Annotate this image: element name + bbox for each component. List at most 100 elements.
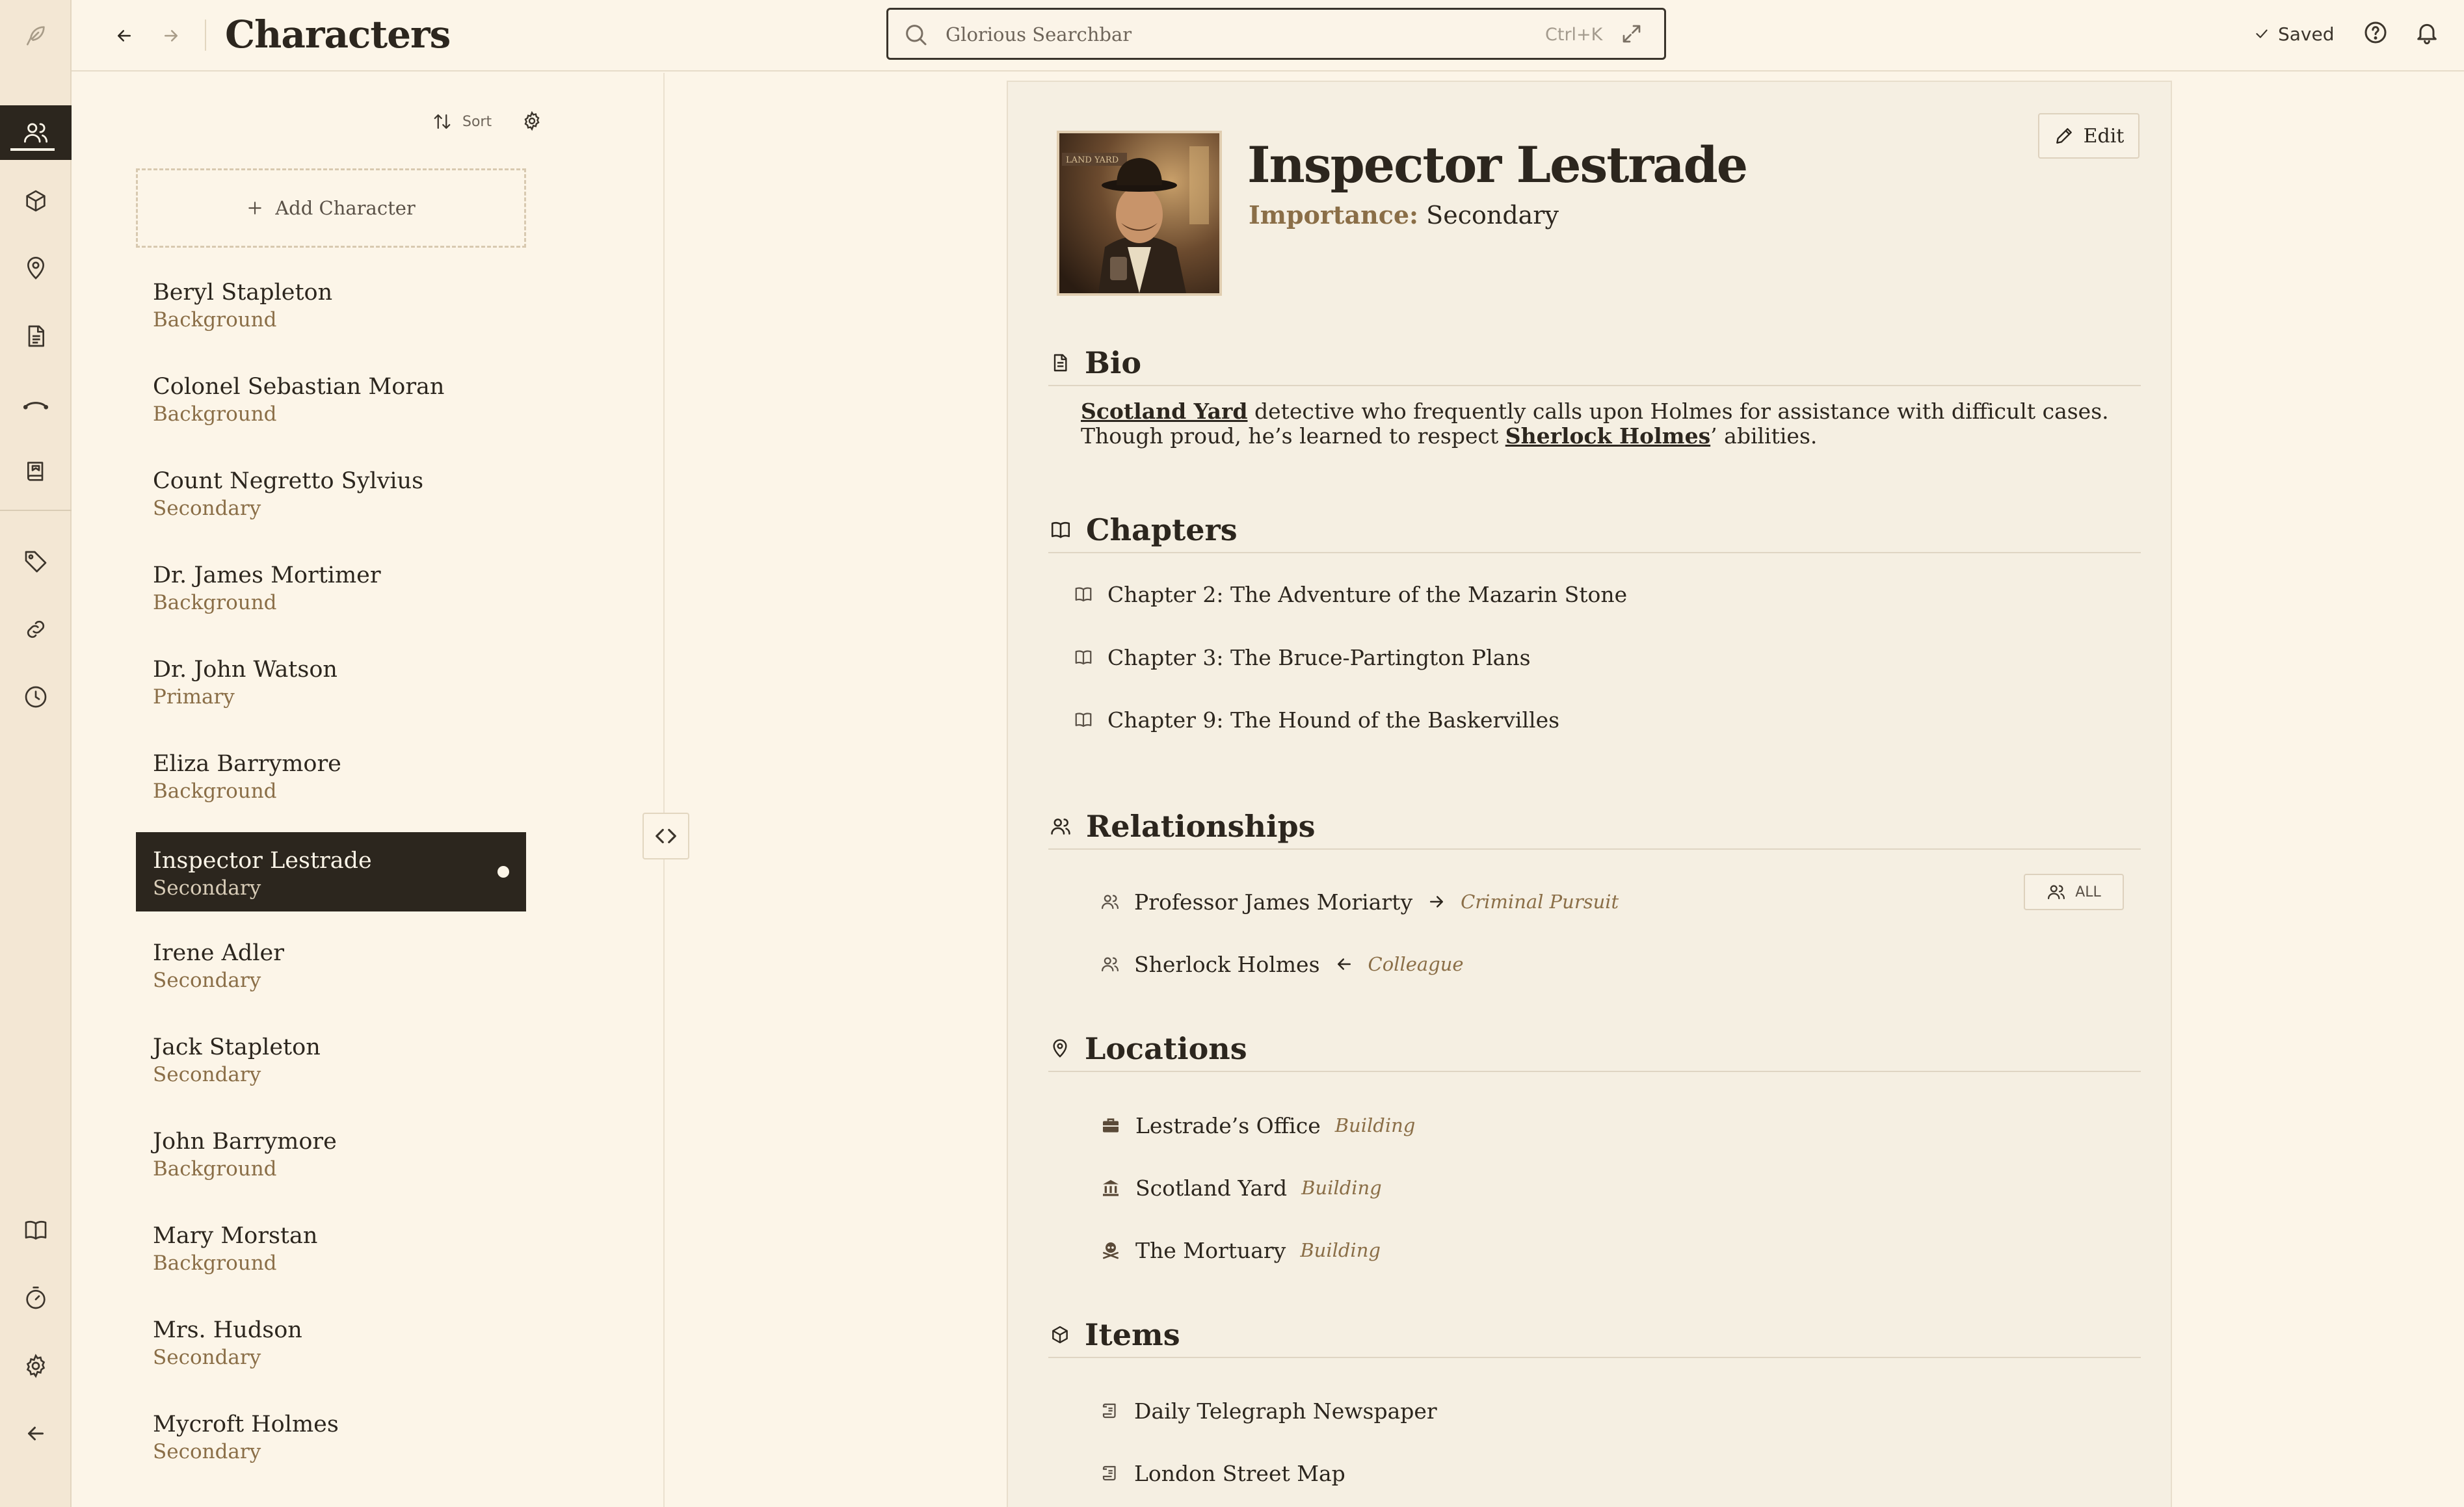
relationships-heading: Relationships (1086, 809, 1316, 844)
document-icon (1053, 354, 1067, 372)
rail-tags[interactable] (0, 534, 72, 589)
back-button[interactable] (107, 18, 142, 53)
character-list-item[interactable]: Jack Stapleton Secondary (136, 1019, 526, 1098)
feather-icon (27, 26, 45, 46)
rail-timer[interactable] (0, 1271, 72, 1326)
character-name: Mycroft Holmes (153, 1411, 339, 1437)
app-logo[interactable] (0, 0, 72, 72)
rail-characters[interactable] (0, 105, 72, 160)
character-list-panel: Sort Add Character Beryl Stapleton Backg… (73, 73, 665, 1507)
chapters-section-header: Chapters (1048, 508, 2141, 553)
item-name: London Street Map (1134, 1460, 1345, 1486)
rail-lore[interactable] (0, 444, 72, 499)
locations-heading: Locations (1085, 1031, 1247, 1066)
sort-label: Sort (462, 113, 492, 130)
book-open-icon (1075, 650, 1092, 665)
importance-label: Importance: (1249, 200, 1419, 229)
book-open-icon (1075, 713, 1092, 727)
search-input[interactable]: Glorious Searchbar Ctrl+K (886, 8, 1666, 60)
character-name: Mary Morstan (153, 1223, 318, 1249)
character-list-item-selected[interactable]: Inspector Lestrade Secondary (136, 832, 526, 911)
relationships-all-button[interactable]: ALL (2024, 874, 2124, 910)
location-name: Scotland Yard (1135, 1175, 1288, 1201)
search-placeholder: Glorious Searchbar (946, 23, 1132, 46)
character-role: Secondary (153, 1346, 261, 1369)
item-entry[interactable]: Daily Telegraph Newspaper (1100, 1395, 1437, 1427)
character-list-item[interactable]: Eliza Barrymore Background (136, 735, 526, 815)
rail-divider (0, 510, 72, 511)
bio-link-scotland-yard[interactable]: Scotland Yard (1081, 399, 1248, 424)
importance-value: Secondary (1426, 201, 1559, 229)
character-role: Background (153, 402, 277, 426)
character-list-item[interactable]: Dr. James Mortimer Background (136, 547, 526, 626)
location-item[interactable]: The Mortuary Building (1100, 1234, 1381, 1266)
character-list-item[interactable]: Mary Morstan Background (136, 1207, 526, 1287)
portrait-sign-text: LAND YARD (1066, 155, 1119, 165)
rail-settings[interactable] (0, 1339, 72, 1393)
people-icon (2048, 885, 2065, 900)
arrow-right-icon (1430, 896, 1444, 908)
rail-locations[interactable] (0, 241, 72, 296)
relationship-name: Sherlock Holmes (1134, 951, 1320, 977)
character-name: Beryl Stapleton (153, 280, 333, 306)
rail-arcs[interactable] (0, 376, 72, 431)
add-character-button[interactable]: Add Character (136, 168, 526, 248)
rail-links[interactable] (0, 602, 72, 657)
bio-section-header: Bio (1048, 341, 2141, 386)
edit-button[interactable]: Edit (2038, 113, 2139, 159)
character-list-item[interactable]: Mrs. Hudson Secondary (136, 1302, 526, 1381)
character-name: Irene Adler (153, 940, 284, 966)
book-open-icon (1075, 587, 1092, 602)
rail-items[interactable] (0, 174, 72, 228)
briefcase-icon (1103, 1118, 1119, 1133)
edit-label: Edit (2083, 124, 2125, 148)
character-portrait: LAND YARD (1057, 131, 1222, 296)
character-list-item[interactable]: Irene Adler Secondary (136, 924, 526, 1004)
character-list-item[interactable]: Colonel Sebastian Moran Background (136, 358, 526, 438)
people-icon (1102, 957, 1119, 972)
rail-book[interactable] (0, 1203, 72, 1257)
panel-resize-toggle[interactable] (642, 813, 689, 859)
character-name: Count Negretto Sylvius (153, 468, 424, 494)
character-name-heading: Inspector Lestrade (1247, 136, 1748, 194)
character-name: Eliza Barrymore (153, 751, 341, 777)
chapter-item[interactable]: Chapter 3: The Bruce-Partington Plans (1074, 641, 1531, 674)
rail-timeline[interactable] (0, 670, 72, 724)
character-list-item[interactable]: Dr. John Watson Primary (136, 641, 526, 720)
character-name: Jack Stapleton (153, 1034, 321, 1060)
tags-icon (25, 551, 47, 573)
chapter-item[interactable]: Chapter 9: The Hound of the Baskervilles (1074, 703, 1559, 736)
box-icon (1052, 1326, 1068, 1344)
character-list-item[interactable]: Mycroft Holmes Secondary (136, 1396, 526, 1475)
location-item[interactable]: Lestrade’s Office Building (1100, 1109, 1415, 1142)
location-name: Lestrade’s Office (1135, 1112, 1321, 1138)
relationship-item[interactable]: Sherlock Holmes Colleague (1100, 948, 1464, 980)
bio-link-sherlock-holmes[interactable]: Sherlock Holmes (1505, 423, 1710, 449)
locations-section-header: Locations (1048, 1027, 2141, 1072)
chapter-title: Chapter 2: The Adventure of the Mazarin … (1107, 581, 1628, 607)
expand-icon[interactable] (1620, 22, 1643, 46)
character-name: Dr. John Watson (153, 657, 338, 683)
relationship-item[interactable]: Professor James Moriarty Criminal Pursui… (1100, 885, 1619, 918)
help-icon[interactable] (2363, 20, 2389, 46)
chapter-item[interactable]: Chapter 2: The Adventure of the Mazarin … (1074, 578, 1627, 610)
character-list-item[interactable]: Beryl Stapleton Background (136, 264, 526, 343)
search-icon (906, 25, 927, 46)
location-name: The Mortuary (1135, 1237, 1286, 1263)
item-entry[interactable]: London Street Map (1100, 1457, 1345, 1489)
character-role: Primary (153, 685, 235, 709)
arcs-icon (23, 402, 49, 410)
list-settings-icon[interactable] (522, 111, 542, 131)
forward-button[interactable] (153, 18, 189, 53)
character-role: Background (153, 308, 277, 332)
rail-collapse[interactable] (0, 1406, 72, 1461)
location-type: Building (1334, 1114, 1416, 1136)
character-role: Background (153, 1251, 277, 1275)
arrow-left-icon (118, 30, 131, 42)
character-list-item[interactable]: Count Negretto Sylvius Secondary (136, 452, 526, 532)
character-list-item[interactable]: John Barrymore Background (136, 1113, 526, 1192)
location-item[interactable]: Scotland Yard Building (1100, 1172, 1382, 1204)
bell-icon[interactable] (2414, 20, 2440, 46)
sort-button[interactable]: Sort (432, 112, 492, 131)
rail-documents[interactable] (0, 309, 72, 363)
